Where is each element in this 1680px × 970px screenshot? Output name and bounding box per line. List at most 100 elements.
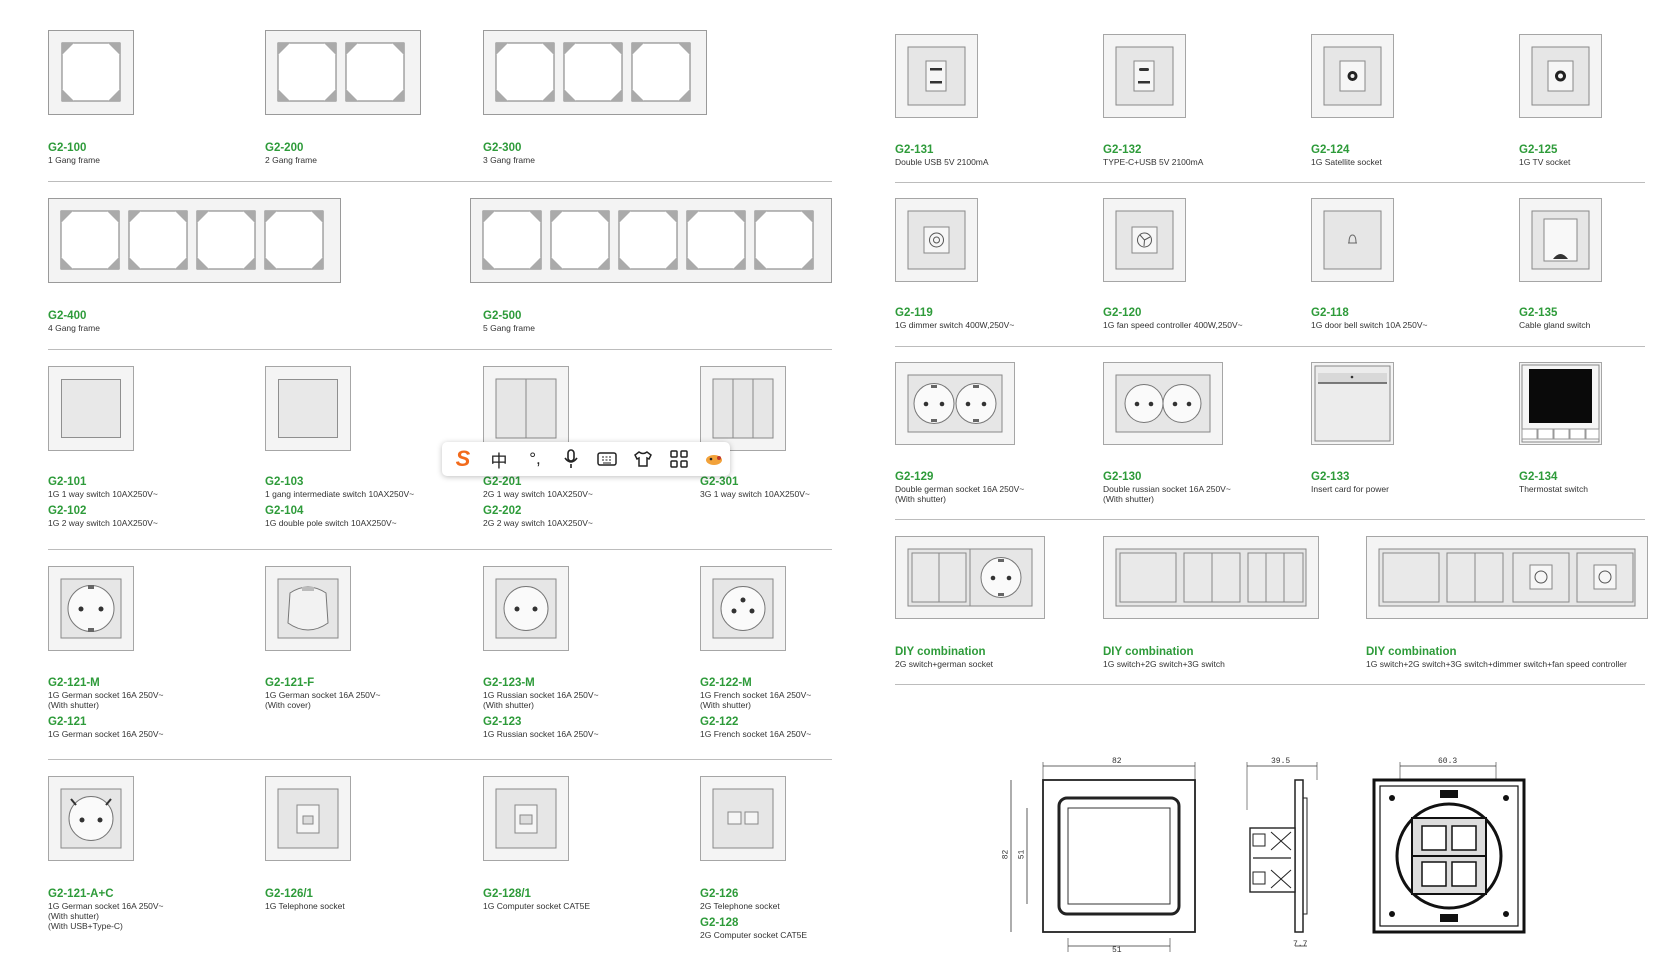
divider — [48, 181, 832, 182]
double-data-socket-image — [700, 776, 786, 861]
frame-3gang-image — [483, 30, 707, 115]
product-code: G2-134 — [1519, 471, 1558, 483]
switch-1g-intermediate-image — [265, 366, 351, 451]
diy-combo-2-image — [1103, 536, 1319, 619]
product-code: DIY combination — [895, 646, 986, 658]
tv-socket-image — [1519, 34, 1602, 118]
divider — [48, 759, 832, 760]
product-desc: 2G Computer socket CAT5E — [700, 930, 808, 940]
switch-3g-image — [700, 366, 786, 451]
product-desc: 2G Telephone socket — [700, 901, 780, 911]
apps-grid-icon[interactable] — [668, 448, 690, 470]
product-desc: 4 Gang frame — [48, 323, 100, 333]
doorbell-switch-image — [1311, 198, 1394, 282]
product-diy-3: DIY combination 1G switch+2G switch+3G s… — [1366, 645, 1666, 669]
frame-5gang-image — [470, 198, 832, 283]
dim-front-inner-h: 51 — [1017, 849, 1027, 860]
product-desc: 1G TV socket — [1519, 157, 1571, 167]
product-desc: 2G 2 way switch 10AX250V~ — [483, 518, 593, 528]
divider — [48, 549, 832, 550]
microphone-icon[interactable] — [560, 448, 582, 470]
product-g2-134: G2-134 Thermostat switch — [1519, 470, 1680, 494]
product-g2-400: G2-400 4 Gang frame — [48, 309, 308, 333]
german-socket-image — [48, 566, 134, 651]
double-russian-socket-image — [1103, 362, 1223, 445]
computer-socket-image — [483, 776, 569, 861]
telephone-socket-image — [265, 776, 351, 861]
dimmer-switch-image — [895, 198, 978, 282]
fan-controller-image — [1103, 198, 1186, 282]
product-code: DIY combination — [1366, 646, 1457, 658]
punctuation-icon[interactable]: °, — [524, 448, 546, 470]
product-desc: Cable gland switch — [1519, 320, 1591, 330]
divider — [895, 346, 1645, 347]
product-g2-126: G2-126 2G Telephone socket G2-128 2G Com… — [700, 887, 960, 940]
product-g2-500: G2-500 5 Gang frame — [483, 309, 743, 333]
product-code: G2-500 — [483, 310, 522, 322]
keyboard-icon[interactable] — [596, 448, 618, 470]
product-desc: 1G switch+2G switch+3G switch+dimmer swi… — [1366, 659, 1627, 669]
product-code: DIY combination — [1103, 646, 1194, 658]
switch-2g-image — [483, 366, 569, 451]
chinese-mode-icon[interactable]: 中 — [488, 448, 510, 471]
product-code: G2-128 — [700, 917, 739, 929]
product-code: G2-122-M — [700, 677, 752, 689]
back-view-drawing: 60.3 — [1370, 757, 1535, 940]
product-code: G2-125 — [1519, 144, 1558, 156]
front-view-drawing: 82 82 51 51 — [1001, 757, 1205, 955]
product-desc: 1G French socket 16A 250V~ — [700, 729, 812, 739]
product-g2-135: G2-135 Cable gland switch — [1519, 306, 1680, 330]
product-desc: 1G German socket 16A 250V~ — [48, 729, 164, 739]
diy-combo-3-image — [1366, 536, 1648, 619]
frame-4gang-image — [48, 198, 341, 283]
product-desc: 1G switch+2G switch+3G switch — [1103, 659, 1225, 669]
german-socket-usb-image — [48, 776, 134, 861]
product-code: G2-300 — [483, 142, 522, 154]
divider — [895, 519, 1645, 520]
product-diy-1: DIY combination 2G switch+german socket — [895, 645, 1095, 669]
side-view-drawing: 39.5 7.7 — [1245, 757, 1325, 955]
frame-2gang-image — [265, 30, 421, 115]
sogou-logo-icon[interactable]: S — [452, 446, 474, 471]
product-g2-125: G2-125 1G TV socket — [1519, 143, 1680, 167]
product-code: G2-122 — [700, 716, 739, 728]
product-code: G2-121 — [48, 716, 87, 728]
skin-icon[interactable] — [632, 448, 654, 470]
insert-card-image — [1311, 362, 1394, 445]
divider — [895, 182, 1645, 183]
typec-usb-image — [1103, 34, 1186, 118]
switch-1g-image — [48, 366, 134, 451]
thermostat-image — [1519, 362, 1602, 445]
product-g2-300: G2-300 3 Gang frame — [483, 141, 743, 165]
product-code: G2-202 — [483, 505, 522, 517]
ime-toolbar[interactable]: S 中 °, — [442, 442, 730, 476]
french-socket-image — [700, 566, 786, 651]
product-desc: 1G French socket 16A 250V~ (With shutter… — [700, 690, 812, 710]
divider — [48, 349, 832, 350]
double-german-socket-image — [895, 362, 1015, 445]
double-usb-image — [895, 34, 978, 118]
product-g2-122-m: G2-122-M 1G French socket 16A 250V~ (Wit… — [700, 676, 960, 739]
dim-front-inner-w: 51 — [1112, 946, 1122, 955]
dim-back-width: 60.3 — [1438, 757, 1458, 766]
product-catalog-page: G2-100 1 Gang frame G2-200 2 Gang frame … — [0, 0, 1680, 970]
dim-front-height: 82 — [1001, 849, 1011, 860]
german-socket-cover-image — [265, 566, 351, 651]
product-desc: 5 Gang frame — [483, 323, 535, 333]
product-diy-2: DIY combination 1G switch+2G switch+3G s… — [1103, 645, 1343, 669]
product-desc: Thermostat switch — [1519, 484, 1588, 494]
divider — [895, 684, 1645, 685]
satellite-socket-image — [1311, 34, 1394, 118]
russian-socket-image — [483, 566, 569, 651]
product-code: G2-126 — [700, 888, 739, 900]
diy-combo-1-image — [895, 536, 1045, 619]
product-desc: 2G switch+german socket — [895, 659, 994, 669]
dim-side-depth: 39.5 — [1271, 757, 1291, 766]
product-code: G2-400 — [48, 310, 87, 322]
pet-icon[interactable] — [704, 448, 726, 470]
dim-front-width: 82 — [1112, 757, 1122, 766]
cable-gland-image — [1519, 198, 1602, 282]
product-code: G2-135 — [1519, 307, 1558, 319]
frame-1gang-image — [48, 30, 134, 115]
product-desc: 3 Gang frame — [483, 155, 535, 165]
